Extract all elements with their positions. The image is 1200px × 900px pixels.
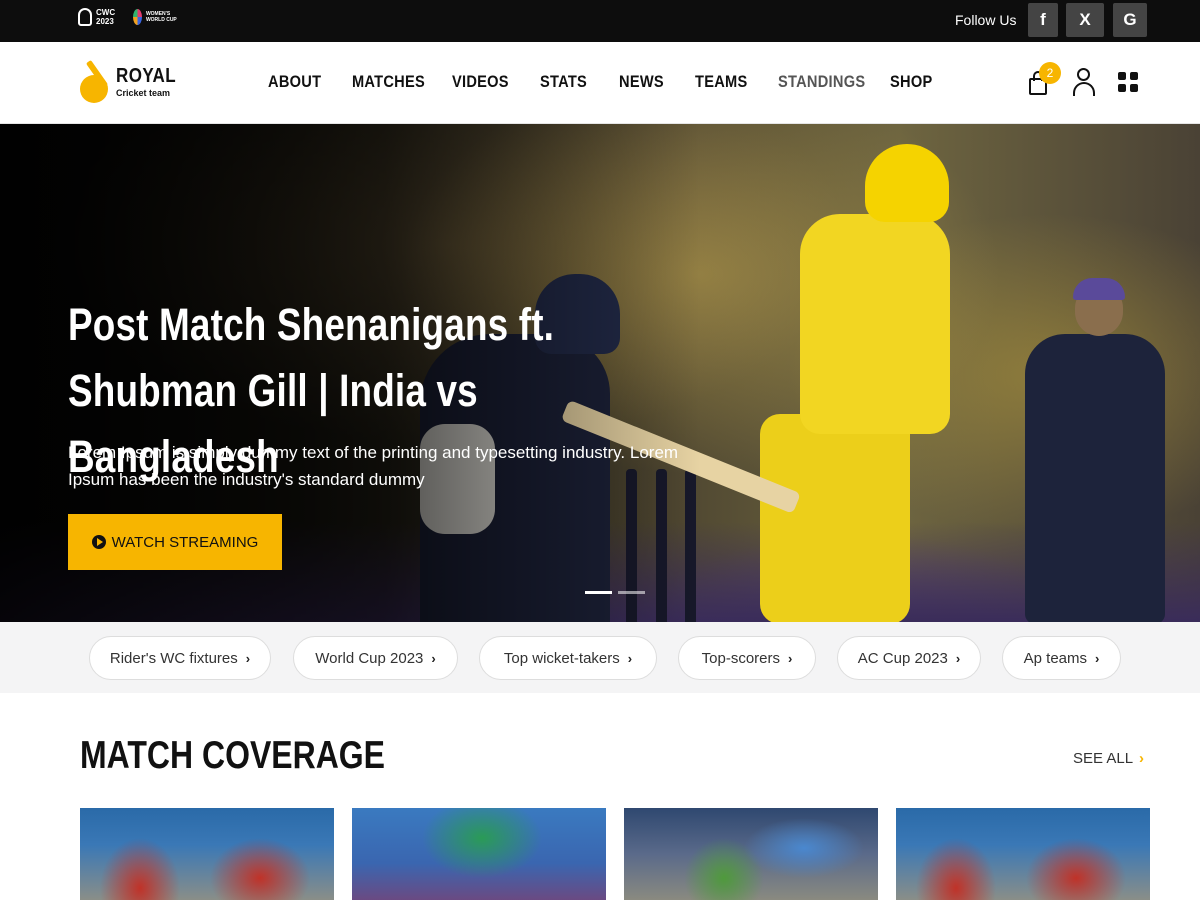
chip-world-cup-2023[interactable]: World Cup 2023 › xyxy=(293,636,458,680)
wwc-emblem-icon xyxy=(133,9,142,25)
apps-grid-icon[interactable] xyxy=(1118,72,1138,92)
slider-dot[interactable] xyxy=(618,591,645,594)
wwc-label: WOMEN'S WORLD CUP xyxy=(145,11,177,23)
chip-ap-teams[interactable]: Ap teams › xyxy=(1002,636,1121,680)
chip-top-scorers[interactable]: Top-scorers › xyxy=(678,636,816,680)
batsman-figure xyxy=(760,144,960,622)
cwc-label-bottom: 2023 xyxy=(96,17,114,26)
nav-teams[interactable]: TEAMS xyxy=(695,72,747,92)
chevron-right-icon: › xyxy=(245,650,251,666)
top-bar: CWC 2023 WOMEN'S WORLD CUP Follow Us f X… xyxy=(0,0,1200,42)
nav-stats[interactable]: STATS xyxy=(540,72,587,92)
user-icon[interactable] xyxy=(1072,68,1096,96)
watch-streaming-label: WATCH STREAMING xyxy=(111,533,259,551)
see-all-link[interactable]: SEE ALL › xyxy=(1073,750,1144,767)
chevron-right-icon: › xyxy=(431,650,436,666)
chevron-right-icon: › xyxy=(1139,750,1145,767)
x-icon: X xyxy=(1079,10,1091,29)
brand-name: ROYAL xyxy=(116,65,177,87)
nav-standings[interactable]: STANDINGS xyxy=(778,72,865,92)
event-logos: CWC 2023 WOMEN'S WORLD CUP xyxy=(78,8,177,26)
chevron-right-icon: › xyxy=(788,650,793,666)
coverage-card-image[interactable] xyxy=(896,808,1150,900)
play-icon xyxy=(91,535,106,549)
follow-us-label: Follow Us xyxy=(955,12,1017,28)
slider-dot-active[interactable] xyxy=(585,591,612,594)
coverage-card-image[interactable] xyxy=(352,808,606,900)
nav-matches[interactable]: MATCHES xyxy=(352,72,425,92)
cricket-logo-icon xyxy=(80,57,110,107)
match-coverage-title: MATCH COVERAGE xyxy=(80,734,386,777)
facebook-button[interactable]: f xyxy=(1028,3,1058,37)
brand-subtitle: Cricket team xyxy=(116,88,171,98)
cart-count-badge: 2 xyxy=(1039,62,1061,84)
nav-about[interactable]: ABOUT xyxy=(268,72,321,92)
chevron-right-icon: › xyxy=(627,650,633,666)
see-all-label: SEE ALL xyxy=(1073,750,1134,767)
nav-shop[interactable]: SHOP xyxy=(890,72,932,92)
chevron-right-icon: › xyxy=(1095,650,1100,666)
chevron-right-icon: › xyxy=(955,650,961,666)
hero-description: Lorem Ipsum is simply dummy text of the … xyxy=(68,443,679,489)
cwc-label-top: CWC xyxy=(96,8,116,17)
fielder-figure xyxy=(1015,278,1165,622)
coverage-card-image[interactable] xyxy=(624,808,878,900)
watch-streaming-button[interactable]: WATCH STREAMING xyxy=(68,514,282,570)
trophy-icon xyxy=(78,8,92,26)
hero-banner: Post Match Shenanigans ft. Shubman Gill … xyxy=(0,124,1200,622)
main-header: ROYAL Cricket team ABOUT MATCHES VIDEOS … xyxy=(0,42,1200,124)
chip-ac-cup-2023[interactable]: AC Cup 2023 › xyxy=(837,636,981,680)
nav-videos[interactable]: VIDEOS xyxy=(452,72,509,92)
nav-news[interactable]: NEWS xyxy=(619,72,664,92)
brand-logo[interactable]: ROYAL Cricket team xyxy=(80,57,187,107)
quick-links-bar: Rider's WC fixtures › World Cup 2023 › Top… xyxy=(0,622,1200,693)
hero-title-line-1: Post Match Shenanigans ft. xyxy=(68,299,555,350)
x-button[interactable]: X xyxy=(1066,3,1104,37)
womens-world-cup-logo[interactable]: WOMEN'S WORLD CUP xyxy=(133,9,177,25)
google-button[interactable]: G xyxy=(1113,3,1147,37)
chip-top-wicket-takers[interactable]: Top wicket-takers › xyxy=(479,636,657,680)
facebook-icon: f xyxy=(1040,10,1046,29)
chip-riders-wc-fixtures[interactable]: Rider's WC fixtures › xyxy=(89,636,271,680)
google-icon: G xyxy=(1123,10,1137,29)
coverage-card-image[interactable] xyxy=(80,808,334,900)
cwc-logo[interactable]: CWC 2023 xyxy=(78,8,115,26)
